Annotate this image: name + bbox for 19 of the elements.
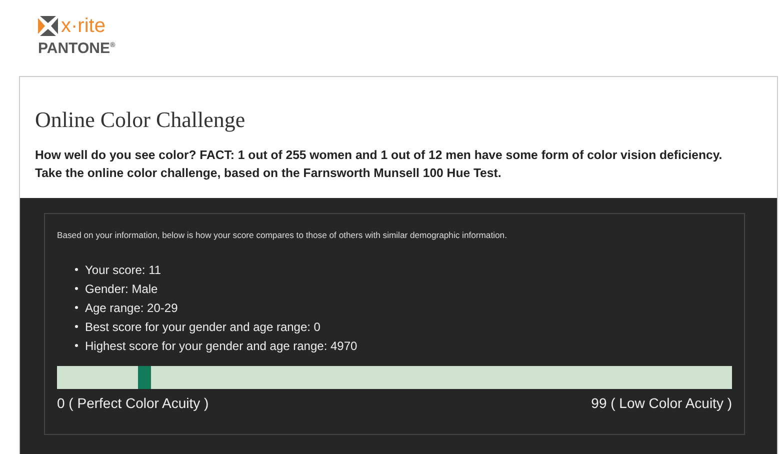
bullet-icon xyxy=(75,287,78,290)
page-title: Online Color Challenge xyxy=(35,107,246,133)
brand-name: x·rite xyxy=(61,15,106,37)
bullet-icon xyxy=(75,306,78,309)
result-item: Age range: 20-29 xyxy=(85,300,178,314)
x-logo-icon xyxy=(38,16,58,36)
result-item: Highest score for your gender and age range: 4970 xyxy=(85,338,358,352)
bullet-icon xyxy=(75,344,78,347)
brand-subtitle: PANTONE$^{®}$ xyxy=(38,40,116,57)
bullet-icon xyxy=(75,325,78,328)
result-item: Gender: Male xyxy=(85,282,158,296)
scale-min-label: 0 ( Perfect Color Acuity ) xyxy=(57,395,209,411)
intro-text: Take the online color challenge, based on the Farnsworth Munsell 100 Hue Test. xyxy=(35,165,502,182)
scale-max-label: 99 ( Low Color Acuity ) xyxy=(591,395,732,411)
bullet-icon xyxy=(75,268,78,271)
result-item: Your score: 11 xyxy=(85,262,162,276)
intro-text: How well do you see color? FACT: 1 out of 255 women and 1 out of 12 men have some form of color vision deficiency. xyxy=(35,147,724,164)
results-note: Based on your information, below is how your score compares to those of others with similar demographic information. xyxy=(57,230,508,240)
result-item: Best score for your gender and age range: 0 xyxy=(85,320,320,334)
